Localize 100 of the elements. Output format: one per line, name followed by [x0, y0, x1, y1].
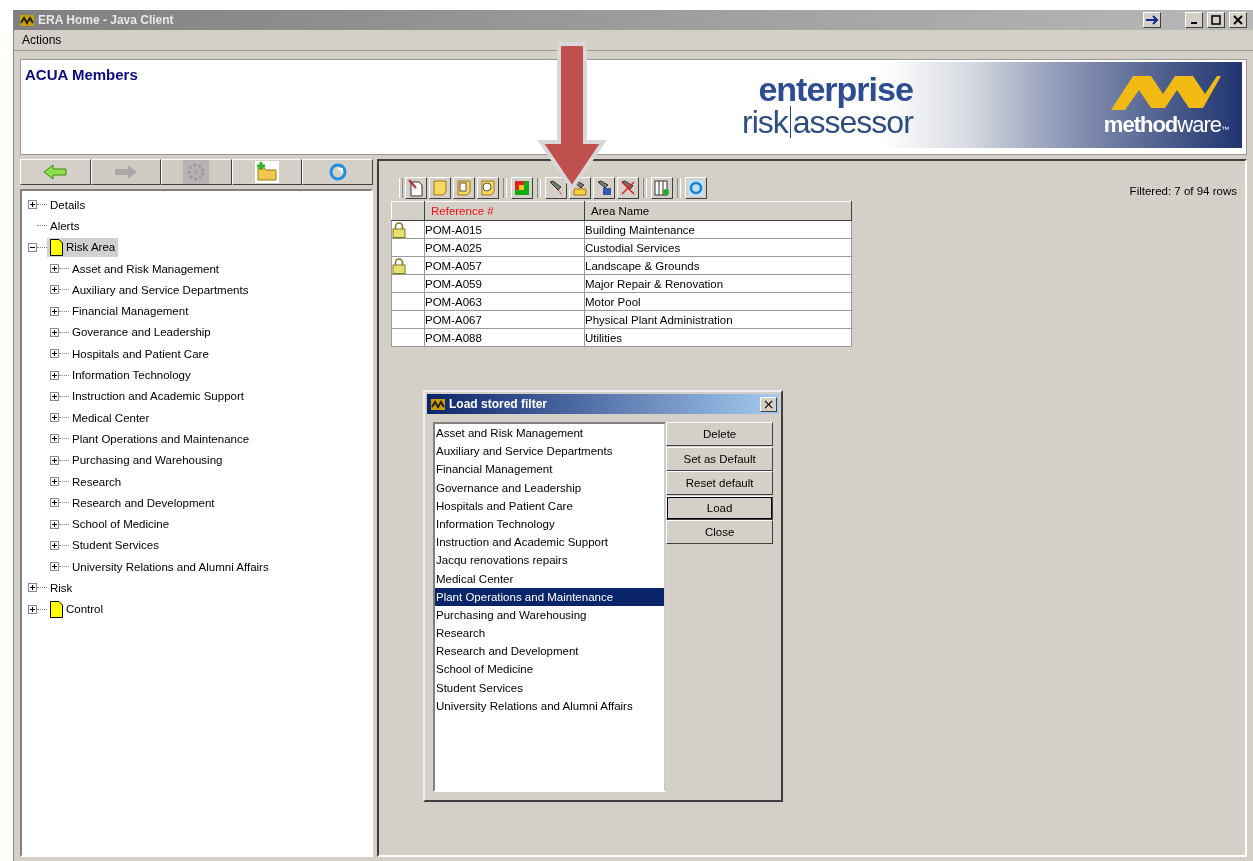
table-cell: POM-A025 [424, 238, 585, 257]
expander-icon[interactable] [50, 327, 59, 337]
list-item[interactable]: Asset and Risk Management [435, 424, 665, 443]
list-item[interactable]: Medical Center [435, 569, 665, 588]
tree-item[interactable]: Research [69, 474, 125, 489]
expander-icon[interactable] [50, 306, 59, 316]
list-item[interactable]: Plant Operations and Maintenance [435, 587, 665, 606]
list-item[interactable]: Research and Development [435, 642, 665, 661]
expander-icon[interactable] [50, 434, 59, 444]
list-item[interactable]: Jacqu renovations repairs [435, 551, 665, 570]
tree-item[interactable]: Asset and Risk Management [69, 261, 223, 276]
dialog-button[interactable]: Delete [666, 422, 773, 446]
table-cell: POM-A057 [424, 256, 585, 275]
close-button[interactable]: × [760, 396, 777, 412]
filter-status: Filtered: 7 of 94 rows [1129, 185, 1237, 199]
expander-icon[interactable] [50, 391, 59, 401]
table-cell: Major Repair & Renovation [584, 274, 852, 293]
toolbar-button[interactable] [617, 177, 639, 199]
list-item[interactable]: Auxiliary and Service Departments [435, 442, 665, 461]
expander-icon[interactable] [50, 477, 59, 486]
table-cell: POM-A015 [424, 220, 585, 239]
dialog-button[interactable]: Reset default [666, 471, 773, 495]
table-cell: POM-A063 [424, 292, 585, 311]
table-cell: Landscape & Grounds [584, 256, 852, 275]
toolbar-button[interactable] [511, 177, 533, 199]
tree-item[interactable]: Student Services [69, 538, 162, 553]
expander-icon[interactable] [50, 370, 59, 380]
expander-icon[interactable] [50, 264, 59, 274]
tree-item[interactable]: Risk [47, 581, 76, 595]
list-item[interactable]: Instruction and Academic Support [435, 533, 665, 552]
expander-icon[interactable] [28, 604, 37, 614]
menu-item[interactable]: Actions [20, 33, 64, 47]
tree-item[interactable]: Purchasing and Warehousing [69, 453, 226, 468]
column-header[interactable] [391, 201, 425, 221]
tree-item[interactable]: Plant Operations and Maintenance [69, 431, 253, 446]
toolbar-button[interactable] [593, 177, 615, 199]
tree-item[interactable]: Research and Development [69, 495, 218, 510]
toolbar-button[interactable] [477, 177, 499, 199]
document-icon [50, 600, 63, 618]
toolbar-button[interactable] [405, 177, 427, 199]
grid-icon [514, 180, 530, 196]
list-item[interactable]: Information Technology [435, 514, 665, 534]
list-item[interactable]: Research [435, 624, 665, 643]
tree-item[interactable]: Auxiliary and Service Departments [69, 282, 252, 297]
tree-item[interactable]: Information Technology [69, 368, 194, 382]
expander-icon[interactable] [28, 242, 37, 252]
expander-icon[interactable] [50, 498, 59, 508]
logout-button[interactable] [1143, 12, 1161, 28]
list-item[interactable]: Governance and Leadership [435, 478, 665, 497]
toolbar-button[interactable] [651, 177, 673, 199]
expander-icon[interactable] [28, 583, 37, 593]
toolbar-button[interactable] [429, 177, 451, 199]
list-item[interactable]: Purchasing and Warehousing [435, 605, 665, 625]
note-list-icon [456, 179, 472, 197]
tree-item[interactable]: School of Medicine [69, 517, 173, 532]
padlock-icon [392, 257, 406, 274]
tree-item[interactable]: Financial Management [69, 304, 192, 319]
minimize-button[interactable] [1185, 12, 1203, 28]
expander-icon[interactable] [50, 455, 59, 465]
app-icon [431, 398, 445, 410]
tree-item[interactable]: Hospitals and Patient Care [69, 346, 212, 361]
expander-icon[interactable] [28, 200, 37, 210]
toolbar-button[interactable] [545, 177, 567, 199]
tree-item[interactable]: University Relations and Alumni Affairs [69, 559, 272, 574]
new-folder-icon [255, 161, 280, 183]
list-item[interactable]: Hospitals and Patient Care [435, 496, 665, 515]
expander-icon[interactable] [50, 519, 59, 529]
list-item[interactable]: Student Services [435, 678, 665, 697]
clock-note-icon [480, 179, 496, 197]
tree-item[interactable]: Details [47, 197, 89, 212]
note-icon [432, 179, 448, 197]
maximize-button[interactable] [1207, 12, 1225, 28]
tree-item[interactable]: Control [47, 599, 107, 619]
tree-item[interactable]: Medical Center [69, 410, 153, 425]
nav-button[interactable] [231, 159, 303, 185]
dialog-button[interactable]: Close [666, 520, 773, 544]
tree-item[interactable]: Instruction and Academic Support [69, 389, 247, 404]
list-item[interactable]: Financial Management [435, 460, 665, 479]
expander-icon[interactable] [50, 285, 59, 295]
column-header[interactable]: Area Name [584, 201, 852, 221]
dialog-button[interactable]: Set as Default [666, 446, 773, 471]
dialog-title: Load stored filter [449, 397, 548, 411]
tree-item[interactable]: Risk Area [47, 237, 119, 257]
toolbar-button[interactable] [685, 177, 707, 199]
expander-icon[interactable] [50, 413, 59, 423]
expander-icon[interactable] [50, 349, 59, 359]
back-icon [43, 164, 68, 180]
edit-document-icon [408, 179, 424, 197]
nav-button[interactable] [302, 159, 373, 185]
tree-item[interactable]: Alerts [47, 218, 83, 233]
list-item[interactable]: School of Medicine [435, 660, 665, 679]
expander-icon[interactable] [50, 562, 59, 572]
dialog-button[interactable]: Load [666, 495, 773, 520]
expander-icon[interactable] [50, 540, 59, 550]
forward-icon [113, 164, 138, 180]
nav-button[interactable] [20, 159, 91, 185]
close-button[interactable] [1229, 12, 1247, 28]
toolbar-button[interactable] [453, 177, 475, 199]
list-item[interactable]: University Relations and Alumni Affairs [435, 696, 665, 715]
tree-item[interactable]: Goverance and Leadership [69, 325, 214, 340]
